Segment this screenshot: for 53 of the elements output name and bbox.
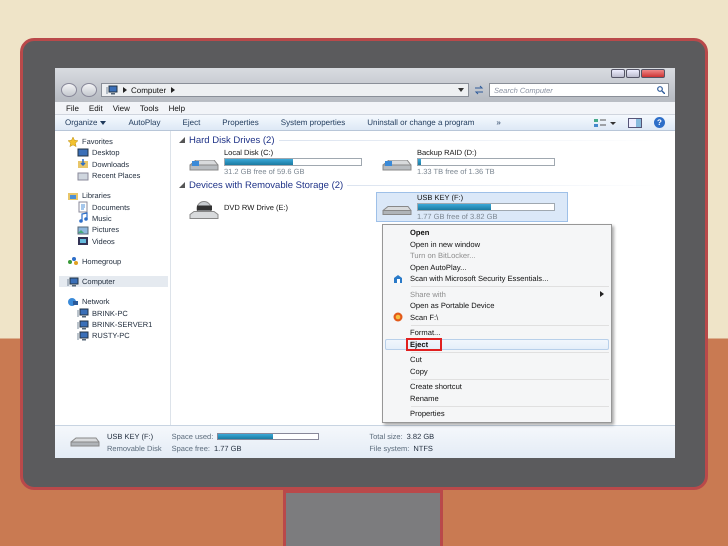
menu-item[interactable]: View [108,104,135,112]
toolbar-button[interactable]: » [496,118,501,127]
computer-icon [77,318,89,331]
view-options-icon[interactable] [594,118,616,128]
menu-item[interactable]: File [61,104,84,112]
dvd-drive-icon [188,201,220,219]
preview-pane-icon[interactable] [628,118,642,128]
desktop-icon [77,146,89,159]
forward-button[interactable] [81,83,97,97]
menu-item[interactable]: Help [164,104,190,112]
menu-item[interactable]: Tools [134,104,164,112]
section-heading[interactable]: Devices with Removable Storage (2) [189,180,344,190]
dropdown-icon [458,88,464,92]
usb-drive-icon [381,206,413,214]
toolbar-button[interactable]: Properties [222,118,259,127]
star-icon [67,136,79,148]
computer-icon [77,307,89,320]
hard-drive-icon [188,160,220,170]
search-icon [657,86,665,94]
folder-icon [77,170,89,182]
chevron-icon [122,87,127,93]
minimize-button[interactable] [611,69,625,78]
toolbar-button[interactable]: AutoPlay [128,118,160,127]
refresh-icon[interactable] [473,85,485,95]
help-button[interactable]: ? [654,117,665,128]
maximize-button[interactable] [626,69,640,78]
computer-icon [106,84,118,96]
toolbar-button[interactable]: Uninstall or change a program [367,118,474,127]
menu-item[interactable]: Edit [84,104,108,112]
homegroup-icon [67,255,79,268]
address-path: Computer [131,86,166,94]
submenu-arrow-icon [600,291,604,298]
toolbar-button[interactable]: Organize [65,118,106,127]
computer-icon [67,276,79,288]
downloads-folder-icon [77,158,89,170]
section-heading[interactable]: Hard Disk Drives (2) [189,134,275,146]
toolbar-button[interactable]: Eject [182,118,200,127]
address-bar[interactable]: Computer [101,83,469,97]
back-button[interactable] [61,83,77,97]
chevron-icon [170,87,176,93]
music-note-icon [77,212,89,224]
caret-icon [100,120,106,124]
pictures-icon [77,224,89,236]
collapse-arrow-icon[interactable] [179,182,185,188]
document-icon [77,201,89,214]
close-button[interactable] [641,69,665,78]
network-icon [67,296,79,308]
hard-drive-icon [381,160,413,170]
film-icon [77,235,89,248]
scan-icon [393,312,403,322]
collapse-arrow-icon[interactable] [179,137,185,143]
computer-icon [77,330,89,342]
toolbar-button[interactable]: System properties [280,118,346,127]
